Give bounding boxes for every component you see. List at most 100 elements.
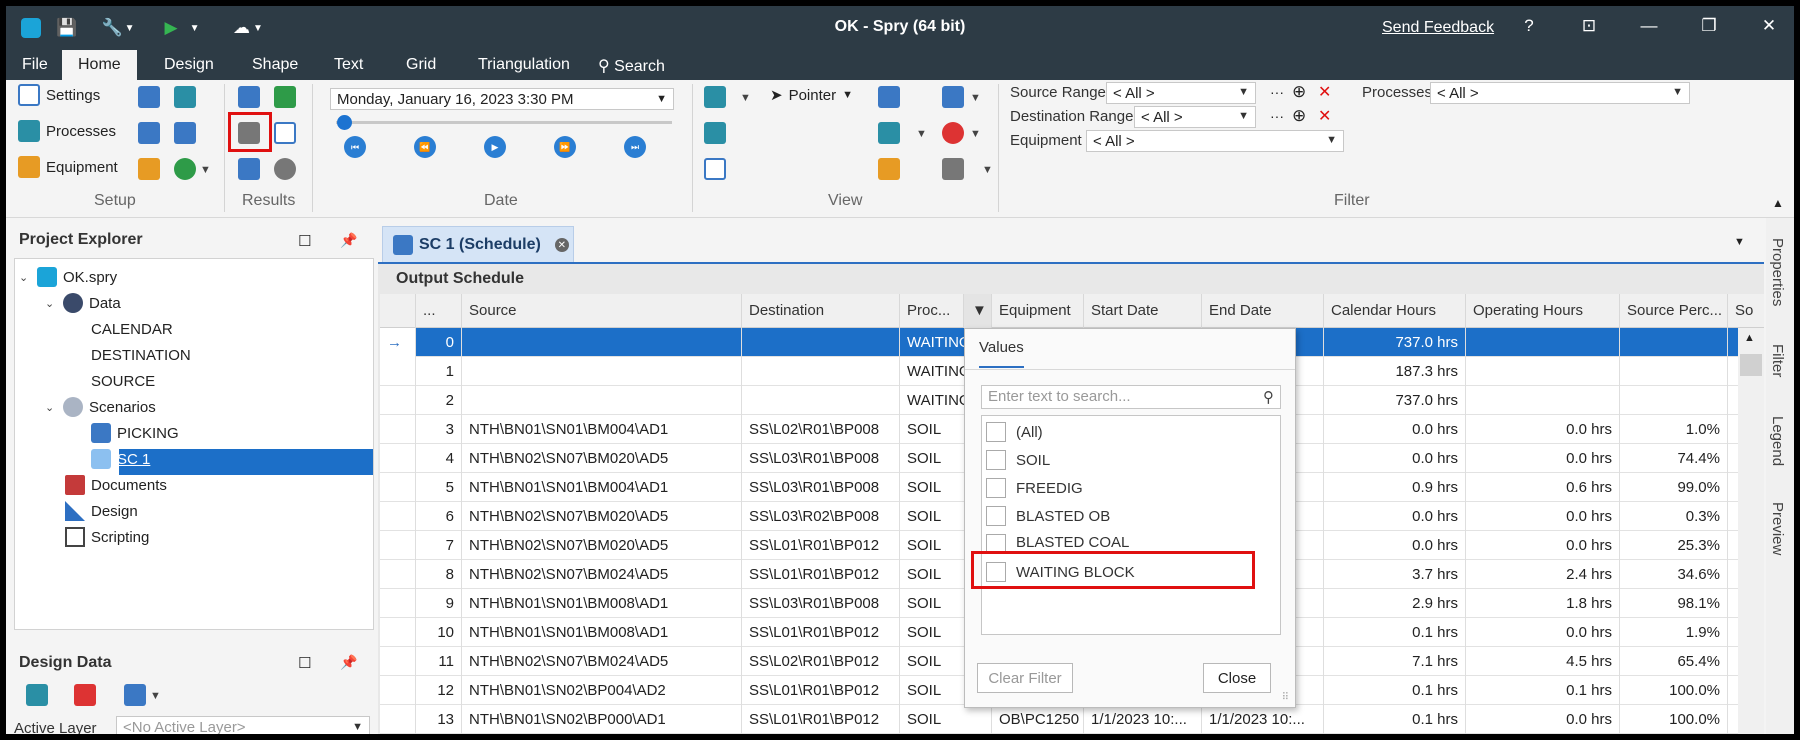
rail-legend[interactable]: Legend <box>1769 416 1786 466</box>
cell-index[interactable]: 10 <box>416 618 462 647</box>
eye-layer-icon[interactable] <box>878 122 900 144</box>
cell-source[interactable]: NTH\BN02\SN07\BM020\AD5 <box>462 502 742 531</box>
cell-calendar-hours[interactable]: 0.0 hrs <box>1324 444 1466 473</box>
option-freedig[interactable]: FREEDIG <box>1016 480 1083 497</box>
rail-preview[interactable]: Preview <box>1769 502 1786 555</box>
cell-source-percent[interactable] <box>1620 357 1728 386</box>
equipment-button[interactable]: Equipment <box>18 156 118 178</box>
cell-calendar-hours[interactable]: 0.9 hrs <box>1324 473 1466 502</box>
cell-source-percent[interactable]: 65.4% <box>1620 647 1728 676</box>
design-tool-dropdown-icon[interactable]: ▼ <box>150 690 161 702</box>
cell-source[interactable]: NTH\BN02\SN07\BM020\AD5 <box>462 444 742 473</box>
panel-maximize-icon[interactable]: ☐ <box>298 654 311 672</box>
view-binoculars-icon[interactable] <box>704 86 726 108</box>
cell-index[interactable]: 3 <box>416 415 462 444</box>
cell-source[interactable]: NTH\BN01\SN01\BM004\AD1 <box>462 473 742 502</box>
cell-calendar-hours[interactable]: 0.1 hrs <box>1324 618 1466 647</box>
cell-index[interactable]: 0 <box>416 328 462 357</box>
cell-source-percent[interactable]: 99.0% <box>1620 473 1728 502</box>
cell-destination[interactable]: SS\L03\R02\BP008 <box>742 502 900 531</box>
binoculars-icon[interactable] <box>704 122 726 144</box>
cell-operating-hours[interactable] <box>1466 357 1620 386</box>
cell-index[interactable]: 5 <box>416 473 462 502</box>
cell-source[interactable]: NTH\BN02\SN07\BM020\AD5 <box>462 531 742 560</box>
vertical-scrollbar[interactable]: ▲ <box>1738 328 1764 734</box>
cell-calendar-hours[interactable]: 0.0 hrs <box>1324 415 1466 444</box>
column-header-index[interactable]: ... <box>416 294 462 328</box>
cell-index[interactable]: 4 <box>416 444 462 473</box>
cell-operating-hours[interactable] <box>1466 328 1620 357</box>
row-indicator[interactable] <box>380 502 416 531</box>
cell-destination[interactable]: SS\L01\R01\BP012 <box>742 560 900 589</box>
tree-item-source[interactable]: SOURCE <box>91 369 485 677</box>
close-tab-icon[interactable]: ✕ <box>554 238 569 252</box>
tree-item-sc1[interactable]: SC 1 <box>91 447 150 471</box>
cell-source[interactable]: NTH\BN01\SN02\BP004\AD2 <box>462 676 742 705</box>
cell-source[interactable] <box>462 328 742 357</box>
close-icon[interactable]: ✕ <box>1754 16 1784 40</box>
cell-source[interactable]: NTH\BN02\SN07\BM024\AD5 <box>462 647 742 676</box>
shapes-icon[interactable] <box>74 684 96 706</box>
cell-operating-hours[interactable] <box>1466 386 1620 415</box>
cell-operating-hours[interactable]: 2.4 hrs <box>1466 560 1620 589</box>
column-header-source[interactable]: Source <box>462 294 742 328</box>
tabs-dropdown-icon[interactable]: ▼ <box>1734 236 1745 248</box>
column-header-calendar-hours[interactable]: Calendar Hours <box>1324 294 1466 328</box>
row-indicator[interactable] <box>380 589 416 618</box>
checkbox-freedig[interactable] <box>986 478 1006 498</box>
close-button[interactable]: Close <box>1203 663 1271 693</box>
cell-source[interactable]: NTH\BN01\SN02\BP000\AD1 <box>462 705 742 734</box>
cell-process[interactable]: SOIL <box>900 705 992 734</box>
cell-source-percent[interactable]: 25.3% <box>1620 531 1728 560</box>
cell-source-percent[interactable] <box>1620 328 1728 357</box>
cell-end-date[interactable]: 1/1/2023 10:... <box>1202 705 1324 734</box>
hierarchy-icon[interactable] <box>138 86 160 108</box>
current-row-arrow-icon[interactable]: → <box>380 328 416 357</box>
tree-item-calendar[interactable]: CALENDAR <box>91 317 485 625</box>
rail-properties[interactable]: Properties <box>1769 238 1786 306</box>
more-options-icon[interactable]: ··· <box>1270 108 1284 124</box>
gears-icon[interactable] <box>138 158 160 180</box>
column-header-so[interactable]: So <box>1728 294 1764 328</box>
profile-icon[interactable] <box>878 158 900 180</box>
equipment-filter-combo[interactable]: < All > ▼ <box>1086 130 1344 152</box>
cell-destination[interactable] <box>742 328 900 357</box>
collapse-ribbon-icon[interactable]: ▲ <box>1772 196 1784 210</box>
tree-item-destination[interactable]: DESTINATION <box>91 343 485 651</box>
row-indicator[interactable] <box>380 357 416 386</box>
option-soil[interactable]: SOIL <box>1016 452 1050 469</box>
cell-source-percent[interactable]: 34.6% <box>1620 560 1728 589</box>
cell-operating-hours[interactable]: 0.0 hrs <box>1466 444 1620 473</box>
zoom-region-icon[interactable] <box>704 158 726 180</box>
cell-calendar-hours[interactable]: 0.0 hrs <box>1324 502 1466 531</box>
checkbox-blasted-ob[interactable] <box>986 506 1006 526</box>
cell-calendar-hours[interactable]: 7.1 hrs <box>1324 647 1466 676</box>
cell-source-percent[interactable]: 1.9% <box>1620 618 1728 647</box>
cell-calendar-hours[interactable]: 737.0 hrs <box>1324 328 1466 357</box>
cell-source-percent[interactable]: 0.3% <box>1620 502 1728 531</box>
column-header-destination[interactable]: Destination <box>742 294 900 328</box>
cell-source[interactable] <box>462 357 742 386</box>
cell-destination[interactable]: SS\L03\R01\BP008 <box>742 589 900 618</box>
cell-destination[interactable]: SS\L02\R01\BP012 <box>742 647 900 676</box>
cell-source-percent[interactable]: 74.4% <box>1620 444 1728 473</box>
menu-design[interactable]: Design <box>164 56 214 74</box>
color-icon[interactable] <box>942 122 964 144</box>
column-header-start-date[interactable]: Start Date <box>1084 294 1202 328</box>
row-indicator[interactable] <box>380 647 416 676</box>
processes-button[interactable]: Processes <box>18 120 116 142</box>
checkbox-all[interactable] <box>986 422 1006 442</box>
cell-destination[interactable] <box>742 386 900 415</box>
target-pick-icon[interactable]: ⊕ <box>1292 82 1306 102</box>
cell-calendar-hours[interactable]: 0.0 hrs <box>1324 531 1466 560</box>
tree-item-picking[interactable]: PICKING <box>91 421 179 445</box>
cell-source[interactable]: NTH\BN01\SN01\BM008\AD1 <box>462 618 742 647</box>
fast-forward-icon[interactable]: ⏩ <box>554 136 576 158</box>
cell-index[interactable]: 12 <box>416 676 462 705</box>
eye-layer-icon[interactable] <box>26 684 48 706</box>
active-layer-combo[interactable]: <No Active Layer> ▼ <box>116 716 370 734</box>
source-range-combo[interactable]: < All > ▼ <box>1106 82 1256 104</box>
skip-start-icon[interactable]: ⏮ <box>344 136 366 158</box>
cell-index[interactable]: 8 <box>416 560 462 589</box>
table-edit-icon[interactable] <box>174 122 196 144</box>
